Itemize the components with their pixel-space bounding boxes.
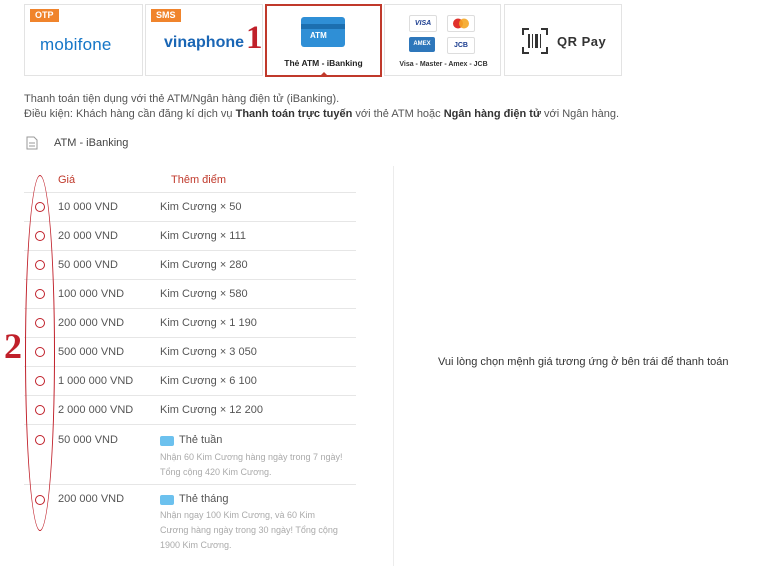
row-bonus: Kim Cương × 280	[160, 259, 248, 271]
tab-mobifone[interactable]: OTP mobifone	[24, 4, 143, 76]
header-bonus: Thêm điểm	[171, 174, 227, 186]
row-price: 200 000 VND	[58, 493, 125, 505]
row-price: 10 000 VND	[58, 201, 118, 213]
column-divider	[393, 166, 394, 566]
package-name: Thẻ tháng	[179, 493, 229, 505]
row-price: 1 000 000 VND	[58, 375, 134, 387]
row-price: 200 000 VND	[58, 317, 125, 329]
header-price: Giá	[58, 174, 76, 186]
sms-badge: SMS	[151, 9, 181, 22]
atm-card-icon: ATM	[301, 17, 345, 47]
table-row[interactable]: 50 000 VND Kim Cương × 280	[24, 251, 356, 280]
method-description: Thanh toán tiện dụng với thẻ ATM/Ngân hà…	[24, 93, 340, 105]
otp-badge: OTP	[30, 9, 59, 22]
table-header: Giá Thêm điểm	[24, 168, 356, 193]
selected-caret-icon	[319, 72, 329, 77]
row-bonus: Kim Cương × 50	[160, 201, 242, 213]
row-bonus: Kim Cương × 1 190	[160, 317, 257, 329]
card-icon	[160, 495, 174, 505]
vinaphone-logo: vinaphone	[164, 34, 245, 51]
table-row[interactable]: 2 000 000 VND Kim Cương × 12 200	[24, 396, 356, 425]
package-name: Thẻ tuần	[179, 434, 223, 446]
tab-atm-ibanking[interactable]: ATM Thẻ ATM - iBanking	[265, 4, 382, 77]
row-price: 100 000 VND	[58, 288, 125, 300]
mobifone-logo: mobifone	[40, 35, 112, 54]
row-bonus: Kim Cương × 6 100	[160, 375, 257, 387]
table-row[interactable]: 200 000 VND Kim Cương × 1 190	[24, 309, 356, 338]
table-row[interactable]: 500 000 VND Kim Cương × 3 050	[24, 338, 356, 367]
table-row[interactable]: 1 000 000 VND Kim Cương × 6 100	[24, 367, 356, 396]
jcb-logo: JCB	[447, 37, 475, 54]
visa-tab-label: Visa - Master - Amex - JCB	[399, 61, 488, 68]
annotation-number-1: 1	[246, 20, 263, 56]
table-row[interactable]: 100 000 VND Kim Cương × 580	[24, 280, 356, 309]
selected-method-title: ATM - iBanking	[54, 137, 129, 149]
package-description: Nhận 60 Kim Cương hàng ngày trong 7 ngày…	[160, 452, 343, 477]
amex-logo: AMEX	[409, 37, 435, 52]
payment-hint: Vui lòng chọn mệnh giá tương ứng ở bên t…	[438, 356, 729, 368]
annotation-oval	[25, 175, 55, 531]
document-icon	[26, 136, 38, 150]
row-bonus: Kim Cương × 111	[160, 230, 247, 242]
row-bonus: Kim Cương × 580	[160, 288, 248, 300]
method-conditions: Điều kiện: Khách hàng cần đăng kí dịch v…	[24, 108, 620, 120]
package-description: Nhận ngay 100 Kim Cương, và 60 Kim Cương …	[160, 510, 338, 550]
atm-card-text: ATM	[310, 31, 327, 40]
row-bonus: Kim Cương × 3 050	[160, 346, 257, 358]
annotation-number-2: 2	[4, 326, 22, 366]
tab-qr-pay[interactable]: QR Pay	[504, 4, 622, 76]
qr-code-icon	[522, 28, 548, 54]
row-price: 50 000 VND	[58, 259, 118, 271]
mastercard-logo	[447, 15, 475, 32]
row-price: 20 000 VND	[58, 230, 118, 242]
tab-visa-master[interactable]: VISA AMEX JCB Visa - Master - Amex - JCB	[384, 4, 501, 76]
qr-tab-label: QR Pay	[557, 34, 607, 49]
table-row-weekly-card[interactable]: 50 000 VND Thẻ tuần Nhận 60 Kim Cương hà…	[24, 425, 356, 485]
row-bonus: Kim Cương × 12 200	[160, 404, 263, 416]
visa-logo: VISA	[409, 15, 437, 32]
row-price: 2 000 000 VND	[58, 404, 134, 416]
table-row[interactable]: 10 000 VND Kim Cương × 50	[24, 193, 356, 222]
row-price: 500 000 VND	[58, 346, 125, 358]
table-row[interactable]: 20 000 VND Kim Cương × 111	[24, 222, 356, 251]
atm-tab-label: Thẻ ATM - iBanking	[284, 58, 363, 68]
table-row-monthly-card[interactable]: 200 000 VND Thẻ tháng Nhận ngay 100 Kim …	[24, 485, 356, 555]
row-price: 50 000 VND	[58, 434, 118, 446]
card-icon	[160, 436, 174, 446]
